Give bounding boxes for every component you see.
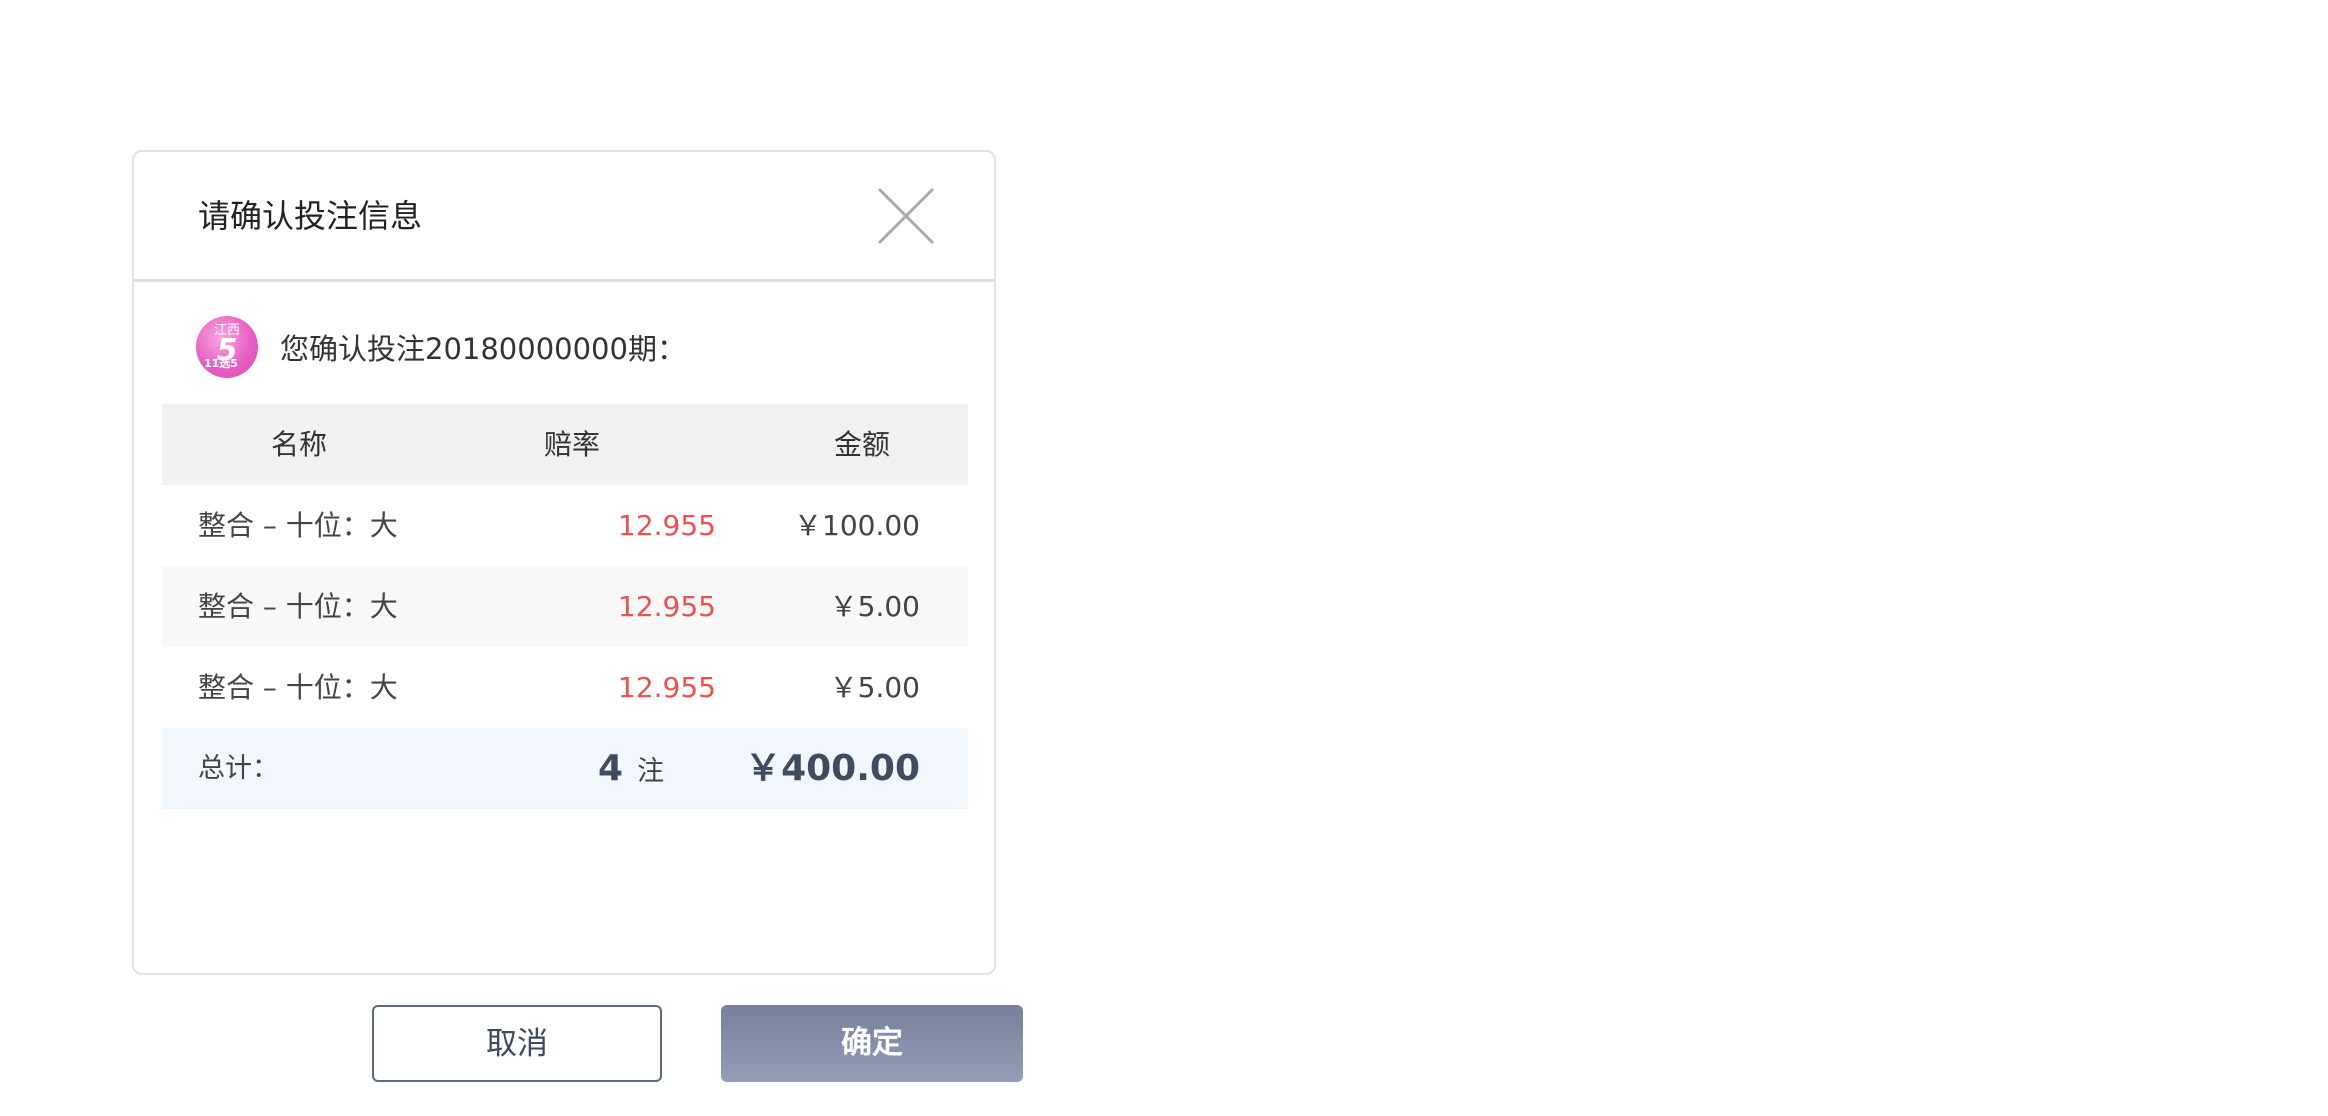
bet-name: 整合 – 十位：大	[198, 509, 398, 542]
total-sum: ￥400.00	[745, 748, 920, 789]
total-count: 4注	[598, 728, 664, 809]
table-header: 名称 赔率 金额	[162, 404, 968, 485]
total-count-unit: 注	[637, 756, 665, 787]
bet-name: 整合 – 十位：大	[198, 671, 398, 704]
close-button[interactable]	[876, 186, 936, 246]
bet-table: 名称 赔率 金额 整合 – 十位：大 12.955 ￥100.00 整合 – 十…	[162, 404, 968, 809]
confirm-button[interactable]: 确定	[721, 1005, 1023, 1082]
bet-odds: 12.955	[618, 590, 716, 623]
bet-odds: 12.955	[618, 509, 716, 542]
bet-amount: ￥5.00	[829, 671, 920, 704]
cancel-button[interactable]: 取消	[372, 1005, 662, 1082]
table-row: 整合 – 十位：大 12.955 ￥100.00	[162, 485, 968, 566]
table-row: 整合 – 十位：大 12.955 ￥5.00	[162, 566, 968, 647]
table-row: 整合 – 十位：大 12.955 ￥5.00	[162, 647, 968, 728]
logo-sub-text: 11选5	[204, 357, 238, 370]
confirm-bet-dialog: 请确认投注信息 江西 5 11选5 您确认投注20180000000期： 名称 …	[132, 150, 1023, 1082]
close-icon	[877, 187, 935, 245]
bet-name: 整合 – 十位：大	[198, 590, 398, 623]
total-label: 总计：	[198, 753, 279, 784]
intro-text: 您确认投注20180000000期：	[280, 332, 686, 366]
bet-amount: ￥100.00	[794, 509, 920, 542]
bet-intro: 江西 5 11选5 您确认投注20180000000期：	[196, 316, 686, 378]
lottery-logo: 江西 5 11选5	[196, 316, 258, 378]
header-amount-label: 金额	[833, 428, 891, 461]
bet-amount: ￥5.00	[829, 590, 920, 623]
dialog-title: 请确认投注信息	[198, 197, 423, 235]
bet-odds: 12.955	[618, 671, 716, 704]
header-odds-label: 赔率	[543, 428, 601, 461]
dialog-header: 请确认投注信息	[134, 152, 994, 282]
total-count-number: 4	[598, 748, 624, 789]
header-name: 名称	[270, 428, 327, 461]
total-row: 总计： 4注 ￥400.00	[162, 728, 968, 809]
